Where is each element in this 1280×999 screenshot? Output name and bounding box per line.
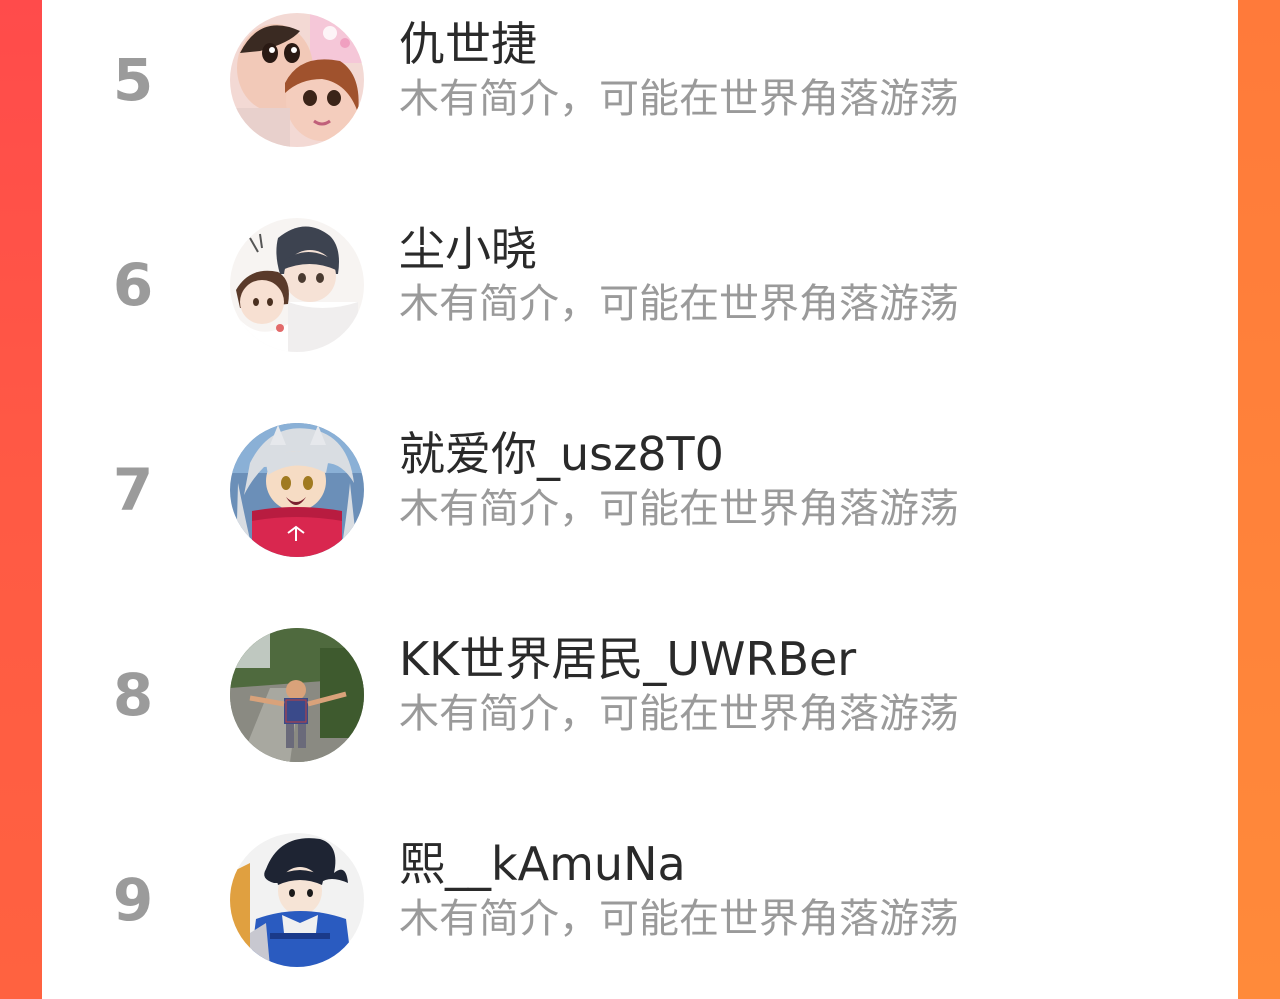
anime-ninja-blue-avatar-image xyxy=(230,833,364,967)
leaderboard-row[interactable]: 6 尘小晓 木有简介，可能在世界角落游荡 xyxy=(42,210,1238,360)
user-avatar[interactable] xyxy=(230,218,364,352)
user-name[interactable]: 熙__kAmuNa xyxy=(399,839,686,890)
cartoon-filter-selfie-avatar-image xyxy=(230,13,364,147)
child-outdoor-photo-avatar-image xyxy=(230,628,364,762)
user-name[interactable]: 就爱你_usz8T0 xyxy=(399,429,724,480)
user-bio: 木有简介，可能在世界角落游荡 xyxy=(399,281,959,327)
leaderboard-panel: 5 仇世捷 木有简介，可能在世界角落游荡 6 尘小晓 木有简介，可能在世界角落游… xyxy=(42,0,1238,999)
user-bio: 木有简介，可能在世界角落游荡 xyxy=(399,76,959,122)
user-avatar[interactable] xyxy=(230,423,364,557)
rank-number: 7 xyxy=(112,456,154,524)
leaderboard-row[interactable]: 8 KK世界居民_UWRBer 木有简介，可能在世界角落游荡 xyxy=(42,620,1238,770)
user-name[interactable]: KK世界居民_UWRBer xyxy=(399,634,856,685)
leaderboard-row[interactable]: 9 熙__kAmuNa 木有简介，可能在世界角落游荡 xyxy=(42,825,1238,975)
user-bio: 木有简介，可能在世界角落游荡 xyxy=(399,896,959,942)
rank-number: 6 xyxy=(112,251,154,319)
leaderboard-row[interactable]: 5 仇世捷 木有简介，可能在世界角落游荡 xyxy=(42,5,1238,155)
background-left-gradient xyxy=(0,0,42,999)
anime-character-pink-avatar-image xyxy=(230,423,364,557)
rank-number: 8 xyxy=(112,661,154,729)
rank-number: 5 xyxy=(112,46,154,114)
anime-couple-avatar-image xyxy=(230,218,364,352)
leaderboard-row[interactable]: 7 就爱你_usz8T0 木有简介，可能在世界角落游荡 xyxy=(42,415,1238,565)
background-right-gradient xyxy=(1238,0,1280,999)
user-bio: 木有简介，可能在世界角落游荡 xyxy=(399,691,959,737)
user-avatar[interactable] xyxy=(230,833,364,967)
user-name[interactable]: 尘小晓 xyxy=(399,224,537,275)
user-avatar[interactable] xyxy=(230,628,364,762)
user-bio: 木有简介，可能在世界角落游荡 xyxy=(399,486,959,532)
user-avatar[interactable] xyxy=(230,13,364,147)
rank-number: 9 xyxy=(112,866,154,934)
user-name[interactable]: 仇世捷 xyxy=(399,19,537,70)
